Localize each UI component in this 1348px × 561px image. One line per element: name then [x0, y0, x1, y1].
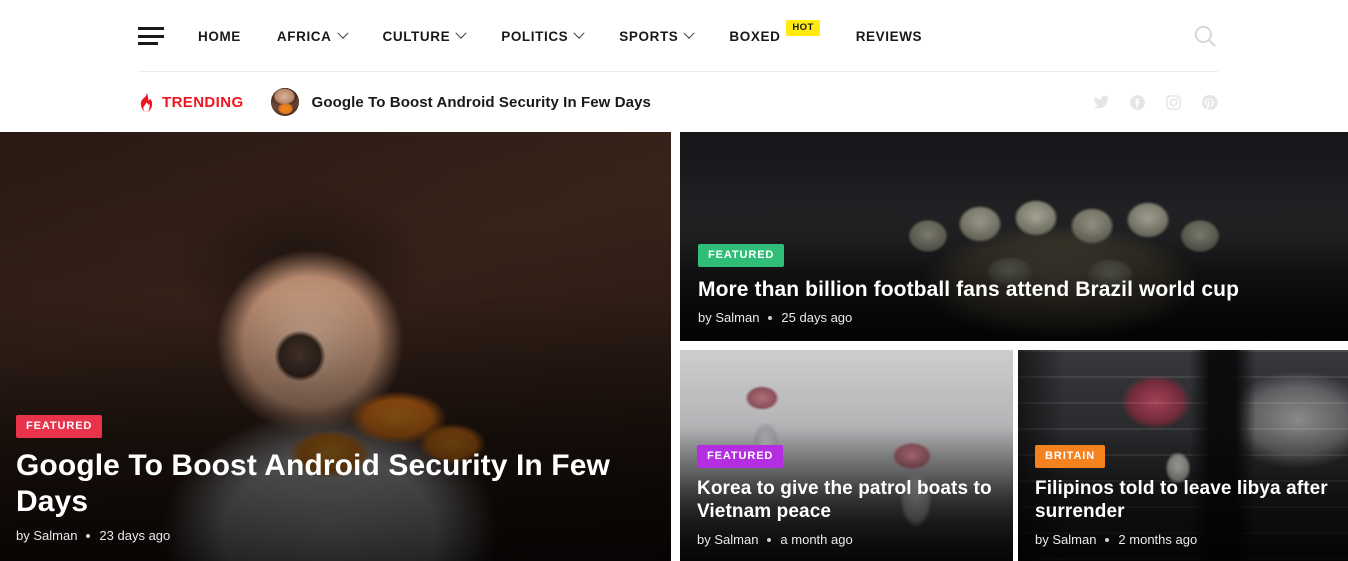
- nav-item-sports[interactable]: SPORTS: [619, 27, 696, 44]
- meta-separator-dot: [1105, 537, 1110, 542]
- meta-separator-dot: [768, 315, 773, 320]
- meta-separator-dot: [767, 537, 772, 542]
- hero-article-title: Google To Boost Android Security In Few …: [16, 449, 610, 518]
- header-divider: [138, 71, 1218, 72]
- chevron-down-icon: [683, 27, 696, 39]
- author-label: by Salman: [698, 310, 760, 325]
- avatar-image: [270, 88, 299, 116]
- status-badge[interactable]: FEATURED: [698, 243, 785, 267]
- wide-article-meta: by Salman 25 days ago: [698, 310, 1330, 325]
- small-right-article-meta: by Salman 2 months ago: [1035, 532, 1331, 547]
- author-label: by Salman: [16, 528, 78, 543]
- nav-item-label: HOME: [198, 28, 241, 44]
- hamburger-bar-2: [138, 34, 164, 38]
- meta-separator-dot: [86, 533, 91, 538]
- hamburger-bar-1: [138, 27, 164, 30]
- nav-item-label: REVIEWS: [855, 28, 923, 44]
- social-links: [1093, 94, 1218, 111]
- wide-article-card[interactable]: FEATURED More than billion football fans…: [680, 132, 1348, 341]
- featured-grid: FEATURED Google To Boost Android Securit…: [0, 132, 1348, 561]
- trending-label: TRENDING: [162, 93, 244, 111]
- small-left-article-meta: by Salman a month ago: [697, 532, 996, 547]
- trending-headline[interactable]: Google To Boost Android Security In Few …: [312, 94, 651, 111]
- wide-article-title: More than billion football fans attend B…: [698, 277, 1240, 301]
- date-label: 25 days ago: [781, 310, 853, 325]
- nav-item-home[interactable]: HOME: [198, 29, 241, 44]
- status-badge[interactable]: FEATURED: [697, 445, 784, 469]
- small-right-article-title: Filipinos told to leave libya after surr…: [1035, 478, 1328, 523]
- chevron-down-icon: [336, 27, 349, 39]
- date-label: 23 days ago: [99, 528, 171, 543]
- twitter-icon[interactable]: [1093, 94, 1110, 111]
- trending-avatar[interactable]: [270, 88, 299, 116]
- date-label: a month ago: [780, 532, 853, 547]
- nav-item-label: BOXED: [729, 28, 781, 44]
- nav-item-africa[interactable]: AFRICA: [276, 27, 349, 44]
- nav-item-label: SPORTS: [619, 28, 679, 44]
- hero-article-meta: by Salman 23 days ago: [16, 528, 655, 543]
- search-icon[interactable]: [1192, 23, 1218, 49]
- facebook-icon[interactable]: [1129, 94, 1146, 111]
- hot-badge: HOT: [786, 20, 820, 36]
- nav-item-label: POLITICS: [501, 28, 569, 44]
- instagram-icon[interactable]: [1165, 94, 1182, 111]
- author-label: by Salman: [1035, 532, 1097, 547]
- status-badge[interactable]: FEATURED: [16, 415, 103, 438]
- hero-article-card[interactable]: FEATURED Google To Boost Android Securit…: [0, 132, 671, 561]
- nav-item-culture[interactable]: CULTURE: [382, 27, 467, 44]
- small-left-article-title: Korea to give the patrol boats to Vietna…: [697, 478, 992, 523]
- author-label: by Salman: [697, 532, 759, 547]
- nav-item-label: CULTURE: [382, 28, 451, 44]
- small-article-card-right[interactable]: BRITAIN Filipinos told to leave libya af…: [1018, 350, 1348, 561]
- flame-icon: [140, 92, 153, 112]
- hamburger-menu-icon[interactable]: [138, 27, 164, 45]
- nav-item-politics[interactable]: POLITICS: [501, 27, 585, 44]
- trending-bar: TRENDING Google To Boost Android Securit…: [0, 72, 1348, 132]
- status-badge[interactable]: BRITAIN: [1035, 445, 1106, 469]
- pinterest-icon[interactable]: [1201, 94, 1218, 111]
- site-header: HOME AFRICA CULTURE POLITICS SPORTS BOXE…: [0, 0, 1348, 72]
- hamburger-bar-3: [138, 42, 158, 45]
- date-label: 2 months ago: [1118, 532, 1198, 547]
- small-article-card-left[interactable]: FEATURED Korea to give the patrol boats …: [680, 350, 1013, 561]
- nav-item-reviews[interactable]: REVIEWS: [856, 29, 922, 44]
- chevron-down-icon: [455, 27, 467, 39]
- nav-item-boxed[interactable]: BOXED HOT: [729, 20, 820, 44]
- main-navigation: HOME AFRICA CULTURE POLITICS SPORTS BOXE…: [198, 20, 1192, 44]
- chevron-down-icon: [573, 27, 585, 39]
- nav-item-label: AFRICA: [276, 28, 332, 44]
